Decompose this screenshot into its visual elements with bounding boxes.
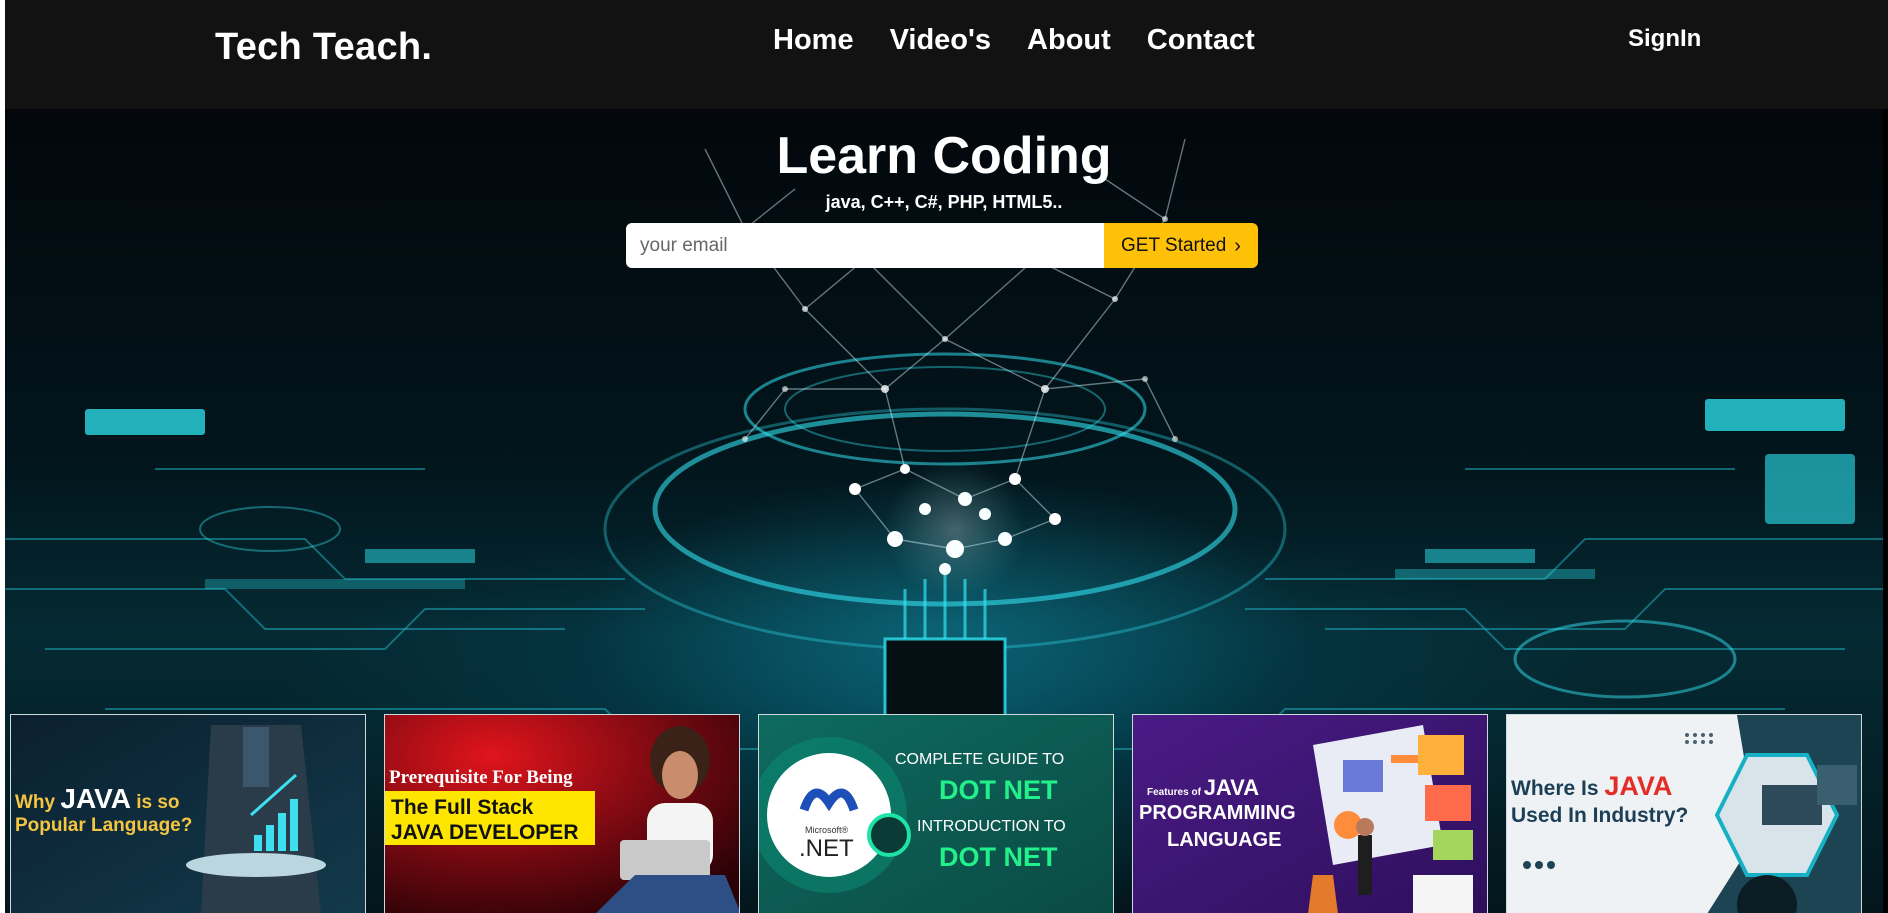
nav-about[interactable]: About <box>1027 24 1111 57</box>
card-3-logo-big: .NET <box>799 835 854 862</box>
chevron-right-icon: › <box>1234 234 1241 257</box>
hero-subtitle: java, C++, C#, PHP, HTML5.. <box>825 192 1063 212</box>
email-input[interactable] <box>626 223 1104 268</box>
card-1-text-a: Why <box>15 792 61 813</box>
card-1-text-c: is so <box>130 792 180 813</box>
brand-logo[interactable]: Tech Teach. <box>215 26 432 69</box>
email-signup-form: GET Started › <box>626 223 1258 268</box>
card-3-logo-small: Microsoft® <box>805 825 849 835</box>
main-nav: Home Video's About Contact <box>773 24 1255 57</box>
nav-home[interactable]: Home <box>773 24 854 57</box>
video-cards-row: Why JAVA is so Popular Language? Prerequ… <box>10 714 1862 913</box>
left-edge <box>0 0 5 913</box>
signin-link[interactable]: SignIn <box>1628 25 1701 53</box>
get-started-label: GET Started <box>1121 234 1227 256</box>
card-3-line3: INTRODUCTION TO <box>917 818 1066 835</box>
card-1-line2: Popular Language? <box>15 815 193 837</box>
nav-contact[interactable]: Contact <box>1147 24 1255 57</box>
card-5-line1a: Where Is <box>1511 777 1605 800</box>
card-5-java: JAVA <box>1604 771 1673 801</box>
card-4-java: JAVA <box>1203 775 1260 800</box>
card-2-line3: JAVA DEVELOPER <box>391 821 579 844</box>
card-2-line2: The Full Stack <box>391 796 534 819</box>
video-card-features-java[interactable]: Features of JAVA PROGRAMMING LANGUAGE <box>1132 714 1488 913</box>
card-3-line4: DOT NET <box>939 842 1058 872</box>
card-4-line2: LANGUAGE <box>1167 829 1282 851</box>
card-3-line1: COMPLETE GUIDE TO <box>895 751 1065 768</box>
top-navbar: Tech Teach. Home Video's About Contact S… <box>5 0 1888 109</box>
card-5-line2: Used In Industry? <box>1511 804 1689 827</box>
nav-videos[interactable]: Video's <box>890 24 991 57</box>
card-3-thumbnail <box>759 715 1113 913</box>
video-card-dot-net[interactable]: Microsoft® .NET COMPLETE GUIDE TO DOT NE… <box>758 714 1114 913</box>
video-card-full-stack-java[interactable]: Prerequisite For Being The Full Stack JA… <box>384 714 740 913</box>
get-started-button[interactable]: GET Started › <box>1104 223 1258 268</box>
card-4-line1: PROGRAMMING <box>1139 802 1296 824</box>
video-card-where-java[interactable]: Where Is JAVA Used In Industry? <box>1506 714 1862 913</box>
card-1-java: JAVA <box>60 783 131 814</box>
video-card-why-java[interactable]: Why JAVA is so Popular Language? <box>10 714 366 913</box>
card-3-line2: DOT NET <box>939 775 1058 805</box>
card-2-line1: Prerequisite For Being <box>389 767 573 788</box>
hero-title: Learn Coding <box>776 127 1112 185</box>
card-4-line0a: Features of <box>1147 787 1204 798</box>
